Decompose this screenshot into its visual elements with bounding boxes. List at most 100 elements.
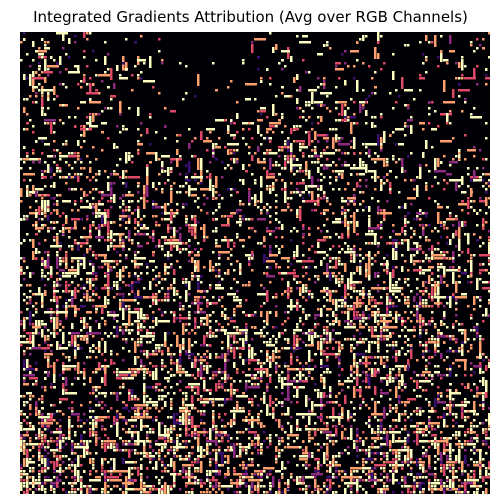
heatmap-cell	[143, 62, 146, 65]
heatmap-cell	[395, 89, 398, 92]
heatmap-cell	[326, 365, 329, 368]
heatmap-cell	[404, 311, 407, 314]
heatmap-cell	[386, 335, 389, 338]
heatmap-cell	[158, 350, 161, 353]
heatmap-cell	[86, 83, 89, 86]
heatmap-cell	[29, 398, 32, 401]
heatmap-cell	[404, 320, 407, 323]
heatmap-cell	[101, 260, 113, 263]
heatmap-cell	[86, 272, 92, 275]
heatmap-cell	[41, 137, 44, 140]
heatmap-cell	[338, 101, 347, 104]
heatmap-cell	[26, 113, 29, 116]
heatmap-cell	[269, 440, 272, 443]
heatmap-cell	[92, 197, 95, 200]
heatmap-cell	[269, 434, 272, 437]
heatmap-cell	[29, 95, 32, 98]
heatmap-cell	[443, 179, 446, 182]
heatmap-cell	[332, 137, 335, 149]
heatmap-cell	[197, 299, 200, 311]
heatmap-cell	[398, 299, 401, 302]
heatmap-cell	[347, 377, 350, 380]
heatmap-cell	[473, 155, 476, 158]
heatmap-cell	[212, 416, 215, 419]
heatmap-cell	[155, 299, 158, 305]
heatmap-cell	[233, 158, 236, 161]
heatmap-cell	[128, 314, 131, 326]
heatmap-cell	[170, 416, 173, 419]
heatmap-cell	[41, 320, 44, 323]
heatmap-cell	[437, 275, 440, 278]
heatmap-cell	[20, 284, 23, 287]
heatmap-cell	[317, 185, 320, 188]
heatmap-cell	[392, 230, 395, 233]
heatmap-cell	[155, 368, 158, 380]
heatmap-cell	[89, 263, 92, 266]
heatmap-cell	[275, 434, 278, 437]
heatmap-cell	[50, 299, 53, 302]
heatmap-cell	[140, 77, 143, 80]
heatmap-cell	[413, 335, 416, 338]
heatmap-cell	[383, 131, 386, 143]
heatmap-cell	[116, 293, 119, 296]
heatmap-cell	[419, 422, 422, 425]
heatmap-cell	[374, 326, 377, 329]
heatmap-cell	[383, 182, 386, 185]
heatmap-cell	[143, 410, 146, 416]
heatmap-cell	[200, 419, 203, 422]
heatmap-cell	[296, 281, 299, 284]
heatmap-cell	[353, 419, 356, 422]
heatmap-cell	[380, 335, 383, 338]
heatmap-cell	[158, 299, 161, 302]
heatmap-cell	[326, 95, 329, 98]
heatmap-cell	[140, 344, 143, 347]
heatmap-cell	[326, 443, 329, 446]
heatmap-cell	[86, 293, 89, 299]
heatmap-cell	[359, 374, 362, 377]
heatmap-cell	[347, 116, 350, 119]
heatmap-cell	[176, 335, 179, 347]
heatmap-cell	[320, 239, 323, 242]
heatmap-cell	[311, 191, 314, 200]
heatmap-cell	[182, 404, 185, 407]
heatmap-cell	[122, 302, 125, 308]
heatmap-cell	[320, 374, 323, 377]
heatmap-cell	[134, 425, 137, 428]
heatmap-cell	[326, 167, 329, 170]
heatmap-cell	[251, 443, 254, 446]
heatmap-cell	[59, 401, 62, 404]
heatmap-cell	[380, 179, 383, 191]
heatmap-cell	[212, 269, 215, 272]
heatmap-cell	[26, 188, 29, 191]
heatmap-cell	[74, 173, 77, 176]
heatmap-cell	[119, 254, 122, 257]
heatmap-cell	[227, 359, 230, 362]
heatmap-cell	[425, 323, 428, 326]
heatmap-cell	[413, 326, 416, 329]
heatmap-cell	[485, 269, 488, 272]
heatmap-cell	[104, 440, 116, 443]
heatmap-cell	[431, 305, 434, 308]
heatmap-cell	[104, 323, 107, 326]
heatmap-cell	[455, 416, 458, 419]
heatmap-cell	[212, 251, 215, 254]
heatmap-cell	[482, 392, 485, 395]
heatmap-cell	[257, 200, 260, 203]
heatmap-cell	[377, 368, 380, 371]
heatmap-cell	[425, 302, 428, 305]
heatmap-cell	[101, 191, 104, 194]
heatmap-cell	[122, 275, 125, 278]
heatmap-cell	[23, 443, 26, 455]
heatmap-cell	[461, 401, 464, 404]
heatmap-cell	[158, 92, 161, 95]
heatmap-cell	[50, 212, 53, 215]
heatmap-cell	[374, 299, 377, 302]
heatmap-cell	[74, 188, 77, 191]
heatmap-cell	[446, 302, 449, 305]
heatmap-cell	[191, 434, 194, 437]
heatmap-cell	[173, 449, 176, 452]
heatmap-cell	[398, 242, 401, 245]
heatmap-cell	[299, 107, 302, 110]
heatmap-cell	[212, 398, 215, 401]
heatmap-cell	[473, 68, 476, 77]
